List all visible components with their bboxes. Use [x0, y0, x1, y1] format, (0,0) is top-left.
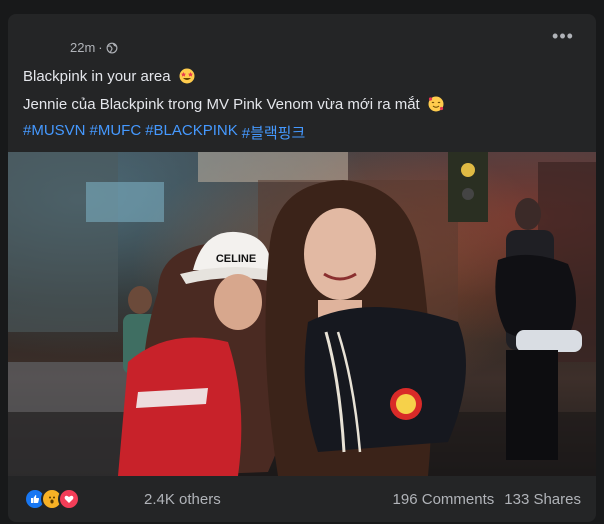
storefront-sign: [198, 152, 348, 182]
shares-count[interactable]: 133 Shares: [504, 491, 581, 508]
hashtag-mufc[interactable]: #MUFC: [90, 122, 142, 143]
reactions-count[interactable]: 2.4K others: [144, 491, 221, 508]
separator-dot: ·: [98, 40, 103, 55]
post-line-1-text: Blackpink in your area: [23, 68, 171, 85]
hashtag-blackpink[interactable]: #BLACKPINK: [145, 122, 238, 143]
engagement-counts: 196 Comments 133 Shares: [393, 491, 581, 508]
diamond-bracelet: [516, 330, 582, 352]
post-text-line-2: Jennie của Blackpink trong MV Pink Venom…: [23, 96, 444, 113]
post-stats-bar: 2.4K others 196 Comments 133 Shares: [8, 476, 596, 522]
club-crest-inner: [396, 394, 416, 414]
post-image-scene: CELINE: [8, 152, 596, 476]
hashtag-list: #MUSVN #MUFC #BLACKPINK #블랙핑크: [23, 122, 305, 143]
hat-woman-face: [214, 274, 262, 330]
love-icon[interactable]: [58, 488, 80, 510]
smiling-face-with-hearts-emoji: [428, 96, 444, 112]
globe-icon[interactable]: [106, 42, 118, 54]
neon-sign-left: [86, 182, 164, 222]
traffic-light-lamp-2: [462, 188, 474, 200]
dancer-left-head: [128, 286, 152, 314]
comments-count[interactable]: 196 Comments: [393, 491, 495, 508]
post-card: 22m · ••• Blackpink in your area Jennie …: [8, 14, 596, 522]
post-time[interactable]: 22m: [70, 40, 95, 55]
more-options-icon[interactable]: •••: [550, 26, 576, 46]
star-struck-emoji: [179, 68, 195, 84]
post-line-2-text: Jennie của Blackpink trong MV Pink Venom…: [23, 96, 420, 113]
hashtag-musvn[interactable]: #MUSVN: [23, 122, 86, 143]
traffic-light: [448, 152, 488, 222]
reaction-icons[interactable]: [24, 488, 80, 510]
dancer-right-head: [515, 198, 541, 230]
man-utd-jersey: [304, 307, 466, 452]
hat-logo-text: CELINE: [216, 253, 256, 265]
traffic-light-lamp: [461, 163, 475, 177]
post-image[interactable]: CELINE: [8, 152, 596, 476]
hashtag-blackpink-korean[interactable]: #블랙핑크: [242, 122, 306, 143]
leather-glove: [495, 254, 576, 342]
left-building: [8, 152, 118, 332]
glove-arm: [506, 350, 558, 460]
post-meta: 22m ·: [70, 40, 118, 55]
post-text-line-1: Blackpink in your area: [23, 68, 195, 85]
main-woman-face: [304, 208, 376, 300]
